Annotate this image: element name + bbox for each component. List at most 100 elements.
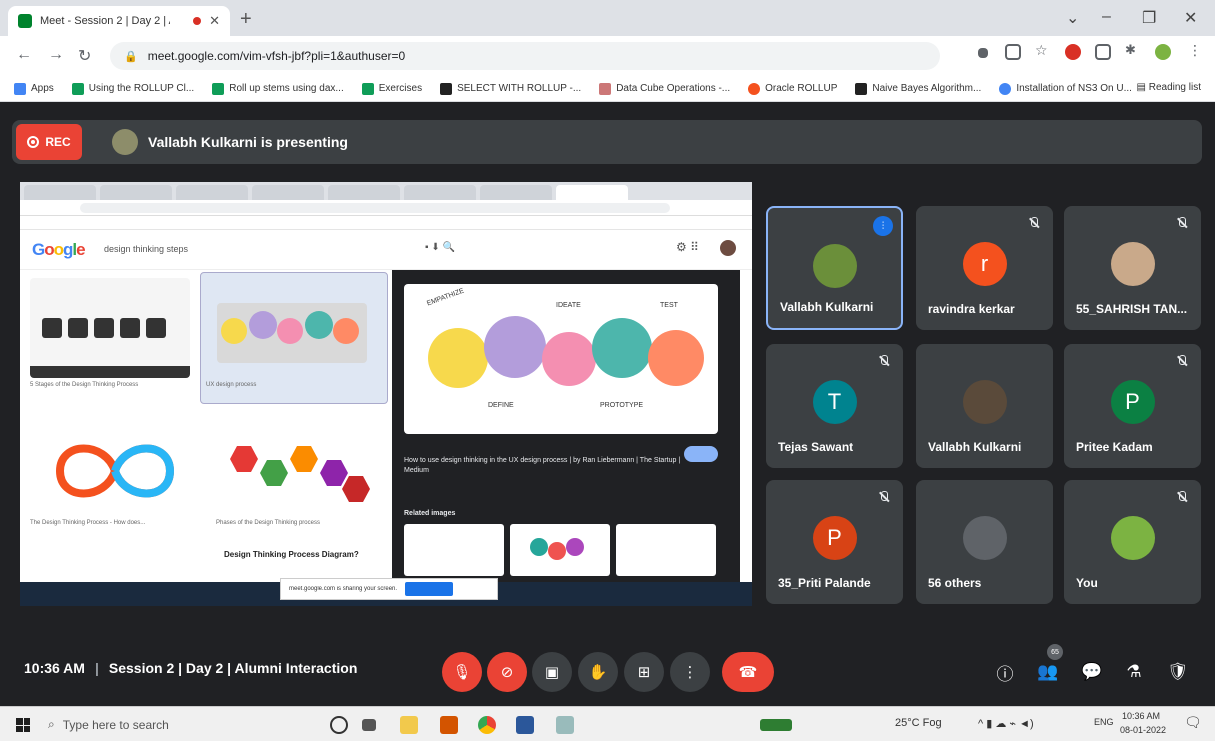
menu-kebab-icon[interactable]: ⋮ [1188,42,1204,58]
reading-list[interactable]: ▤ Reading list [1137,82,1202,93]
result-thumb [30,278,190,378]
close-tab-icon[interactable]: ✕ [209,13,220,29]
restore-icon[interactable]: ❐ [1142,8,1156,28]
image-results: 5 Stages of the Design Thinking Process … [20,270,388,606]
clock-time[interactable]: 10:36 AM [1122,711,1160,721]
address-bar[interactable]: 🔒 meet.google.com/vim-vfsh-jbf?pli=1&aut… [110,42,940,70]
shared-tab [252,185,324,200]
sharing-notice: meet.google.com is sharing your screen. [280,578,498,600]
participant-avatar [962,380,1007,424]
close-window-icon[interactable]: ✕ [1184,8,1197,28]
language[interactable]: ENG [1094,717,1114,727]
taskbar-search[interactable]: ⌕ Type here to search [48,711,318,738]
participant-tile[interactable]: T Tejas Sawant [766,344,903,468]
clock-date[interactable]: 08-01-2022 [1120,725,1166,735]
notification-icon[interactable]: 🗨 [1184,714,1202,731]
task-view-icon[interactable] [362,719,376,731]
paint-icon[interactable] [556,716,574,734]
speaking-indicator-icon: ⫶ [873,216,893,236]
office-icon[interactable] [440,716,458,734]
bookmark-7[interactable]: Naive Bayes Algorithm... [855,82,981,95]
bookmark-1[interactable]: Using the ROLLUP Cl... [71,82,194,95]
puzzle-icon[interactable]: ✱ [1125,42,1141,58]
google-search-box: design thinking steps [104,244,189,254]
stop-sharing-button [405,582,454,596]
participant-tile[interactable]: P Pritee Kadam [1064,344,1201,468]
star-icon[interactable]: ☆ [1035,42,1051,58]
reload-icon[interactable]: ↻ [78,46,91,66]
participant-tile[interactable]: 56 others [916,480,1053,604]
tray-icons[interactable]: ^ ▮ ☁ ⌁ ◄) [978,717,1034,730]
participant-tile[interactable]: Vallabh Kulkarni [916,344,1053,468]
cortana-icon[interactable] [330,716,348,734]
result-heading: Design Thinking Process Diagram? [224,550,359,559]
bookmark-3[interactable]: Exercises [361,82,422,95]
mic-muted-icon [1027,216,1041,230]
present-button[interactable]: ⊞ [624,652,664,692]
extension-box-icon[interactable] [1095,44,1111,60]
mic-muted-icon [1175,490,1189,504]
camera-indicator-icon[interactable] [978,48,988,58]
bookmark-6[interactable]: Oracle ROLLUP [748,82,837,95]
participant-tile[interactable]: Vallabh Kulkarni ⫶ [766,206,903,330]
recording-dot-icon [193,17,202,25]
recording-indicator[interactable]: REC [16,124,82,160]
bookmark-5[interactable]: Data Cube Operations -... [599,82,730,95]
participant-tile[interactable]: r ravindra kerkar [916,206,1053,330]
url-text: meet.google.com/vim-vfsh-jbf?pli=1&authu… [147,49,406,63]
forward-icon[interactable]: → [48,46,64,64]
participant-name: Pritee Kadam [1076,440,1153,454]
windows-taskbar: ⌕ Type here to search 25°C Fog ^ ▮ ☁ ⌁ ◄… [0,706,1215,741]
weather[interactable]: 25°C Fog [895,717,942,729]
bookmark-apps[interactable]: Apps [14,82,54,95]
participant-name: Vallabh Kulkarni [928,440,1022,454]
word-icon[interactable] [516,716,534,734]
meet-favicon-icon [18,14,32,28]
bookmark-8[interactable]: Installation of NS3 On U... [999,82,1132,95]
google-header: Google design thinking steps ▪ ⬇ 🔍 ⚙ ⠿ [20,230,752,270]
camera-off-button[interactable]: ⊘ [487,652,527,692]
profile-chevron-icon[interactable]: ⌄ [1066,8,1079,28]
meeting-name: Session 2 | Day 2 | Alumni Interaction [108,660,358,676]
participant-avatar [812,244,857,288]
participant-avatar [1110,516,1155,560]
participant-tile[interactable]: You [1064,480,1201,604]
mic-off-button[interactable]: 🎙 [442,652,482,692]
raise-hand-button[interactable]: ✋ [578,652,618,692]
result-caption: UX design process [206,382,257,388]
profile-avatar[interactable] [1155,44,1171,60]
google-settings-icon: ⚙ ⠿ [676,240,699,254]
chrome-icon[interactable] [478,716,496,734]
participant-tile[interactable]: 55_SAHRISH TAN... [1064,206,1201,330]
participant-tile[interactable]: P 35_Priti Palande [766,480,903,604]
infinity-graphic [55,444,175,498]
new-tab-icon[interactable]: + [240,8,252,31]
more-options-button[interactable]: ⋮ [670,652,710,692]
bookmark-2[interactable]: Roll up stems using dax... [212,82,344,95]
leave-call-button[interactable]: ☎ [722,652,774,692]
google-logo: Google [32,240,86,259]
minimize-icon[interactable]: – [1102,8,1111,26]
meeting-details-icon[interactable]: ⓘ [993,660,1017,684]
file-explorer-icon[interactable] [400,716,418,734]
back-icon[interactable]: ← [16,46,32,64]
people-icon[interactable]: 👥 [1036,660,1060,684]
chat-icon[interactable]: 💬 [1080,660,1104,684]
windows-start-icon[interactable] [16,718,30,732]
tray-app-icon[interactable] [760,719,792,731]
extension-icon[interactable] [1005,44,1021,60]
extension-red-icon[interactable] [1065,44,1081,60]
google-avatar [720,240,736,256]
host-controls-icon[interactable]: 🛡 [1166,660,1190,684]
captions-button[interactable]: ▣ [532,652,572,692]
activities-icon[interactable]: ⚗ [1122,660,1146,684]
shared-tab [24,185,96,200]
lock-icon: 🔒 [124,50,138,63]
browser-tab-meet[interactable]: Meet - Session 2 | Day 2 | Alumni ✕ [8,6,230,36]
bookmark-4[interactable]: SELECT WITH ROLLUP -... [440,82,581,95]
shared-tab-strip [20,182,752,200]
shared-tab-active [556,185,628,200]
browser-tab-strip: Meet - Session 2 | Day 2 | Alumni ✕ + ⌄ … [0,0,1215,36]
shared-tab [328,185,400,200]
shared-screen: Google design thinking steps ▪ ⬇ 🔍 ⚙ ⠿ 5… [20,182,752,606]
